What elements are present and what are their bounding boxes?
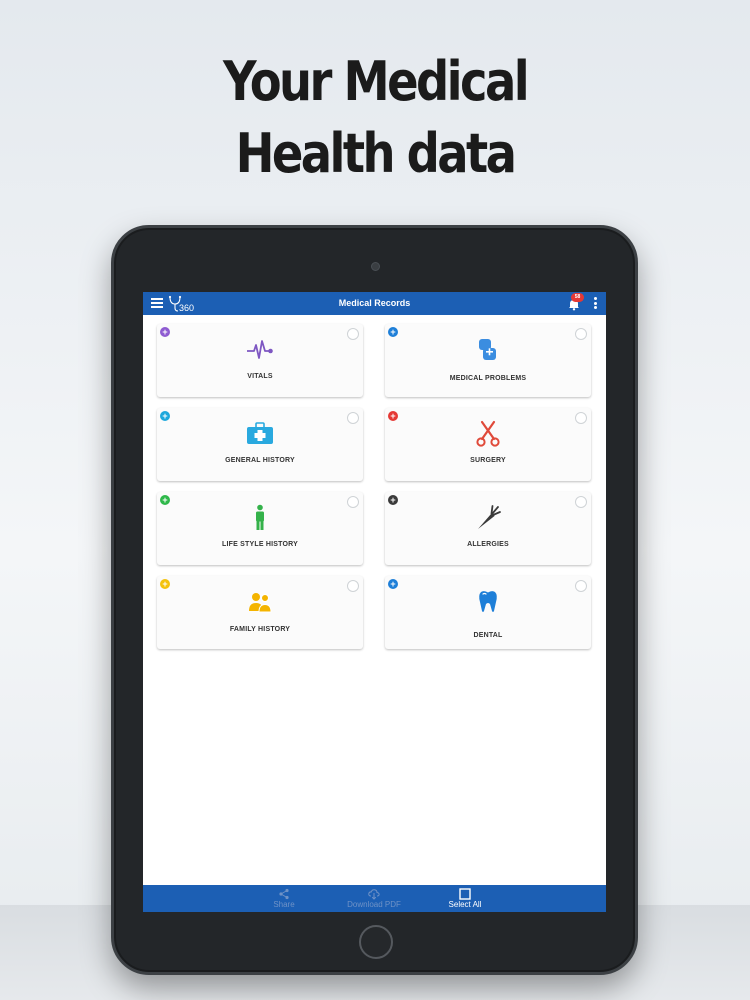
- select-medical-problems-checkbox[interactable]: [575, 328, 587, 340]
- headline-line-2: Health data: [235, 122, 517, 185]
- select-surgery-checkbox[interactable]: [575, 412, 587, 424]
- family-icon: [249, 593, 272, 613]
- select-all-checkbox-icon: [459, 888, 471, 900]
- record-card-label: MEDICAL PROBLEMS: [449, 375, 527, 382]
- record-card-life-style-history[interactable]: + LIFE STYLE HISTORY: [157, 492, 363, 565]
- add-vitals-icon[interactable]: +: [160, 327, 170, 337]
- download-pdf-button[interactable]: Download PDF: [329, 885, 419, 912]
- share-button[interactable]: Share: [239, 885, 329, 912]
- record-card-surgery[interactable]: + SURGERY: [385, 408, 591, 481]
- record-card-general-history[interactable]: + GENERAL HISTORY: [157, 408, 363, 481]
- heartbeat-icon: [247, 340, 273, 359]
- select-all-button[interactable]: Select All: [420, 885, 510, 912]
- select-general-history-checkbox[interactable]: [347, 412, 359, 424]
- select-family-history-checkbox[interactable]: [347, 580, 359, 592]
- first-aid-kit-icon: [247, 422, 273, 444]
- download-pdf-label: Download PDF: [347, 900, 401, 909]
- app-logo-text: 360: [179, 303, 194, 313]
- medical-problems-icon: [479, 339, 496, 360]
- camera-icon: [371, 262, 380, 271]
- tablet-device: Medical Records 360 58 + VITALS + MEDICA…: [111, 225, 638, 975]
- record-card-label: FAMILY HISTORY: [229, 626, 291, 633]
- record-card-label: ALLERGIES: [467, 541, 509, 548]
- scissors-icon: [476, 420, 500, 447]
- hamburger-menu-icon[interactable]: [151, 298, 163, 308]
- more-options-icon[interactable]: [594, 297, 598, 310]
- notification-count-badge: 58: [571, 293, 584, 302]
- add-general-history-icon[interactable]: +: [160, 411, 170, 421]
- app-screen: Medical Records 360 58 + VITALS + MEDICA…: [143, 292, 606, 912]
- add-family-history-icon[interactable]: +: [160, 579, 170, 589]
- app-bar: Medical Records 360 58: [143, 292, 606, 315]
- record-card-dental[interactable]: + DENTAL: [385, 576, 591, 649]
- headline: Your Medical Health data: [53, 46, 698, 190]
- record-card-medical-problems[interactable]: + MEDICAL PROBLEMS: [385, 324, 591, 397]
- add-allergies-icon[interactable]: +: [388, 495, 398, 505]
- app-bar-title: Medical Records: [338, 298, 411, 308]
- select-all-label: Select All: [448, 900, 482, 909]
- add-life-style-history-icon[interactable]: +: [160, 495, 170, 505]
- record-card-family-history[interactable]: + FAMILY HISTORY: [157, 576, 363, 649]
- record-card-allergies[interactable]: + ALLERGIES: [385, 492, 591, 565]
- select-dental-checkbox[interactable]: [575, 580, 587, 592]
- bottom-action-bar: Share Download PDF Select All: [143, 885, 606, 912]
- share-label: Share: [273, 900, 295, 909]
- select-allergies-checkbox[interactable]: [575, 496, 587, 508]
- carrot-icon: [478, 505, 501, 529]
- record-card-label: GENERAL HISTORY: [225, 457, 295, 464]
- home-button[interactable]: [359, 925, 393, 959]
- app-logo-icon: 360: [168, 295, 194, 313]
- person-icon: [256, 504, 264, 530]
- record-card-label: DENTAL: [473, 632, 503, 639]
- headline-line-1: Your Medical: [222, 50, 530, 113]
- record-card-label: SURGERY: [470, 457, 506, 464]
- add-medical-problems-icon[interactable]: +: [388, 327, 398, 337]
- add-surgery-icon[interactable]: +: [388, 411, 398, 421]
- select-life-style-history-checkbox[interactable]: [347, 496, 359, 508]
- cloud-download-icon: [368, 889, 380, 900]
- share-icon: [279, 888, 289, 900]
- record-card-label: LIFE STYLE HISTORY: [222, 541, 298, 548]
- record-card-vitals[interactable]: + VITALS: [157, 324, 363, 397]
- record-card-label: VITALS: [247, 373, 273, 380]
- tooth-icon: [479, 591, 497, 612]
- add-dental-icon[interactable]: +: [388, 579, 398, 589]
- select-vitals-checkbox[interactable]: [347, 328, 359, 340]
